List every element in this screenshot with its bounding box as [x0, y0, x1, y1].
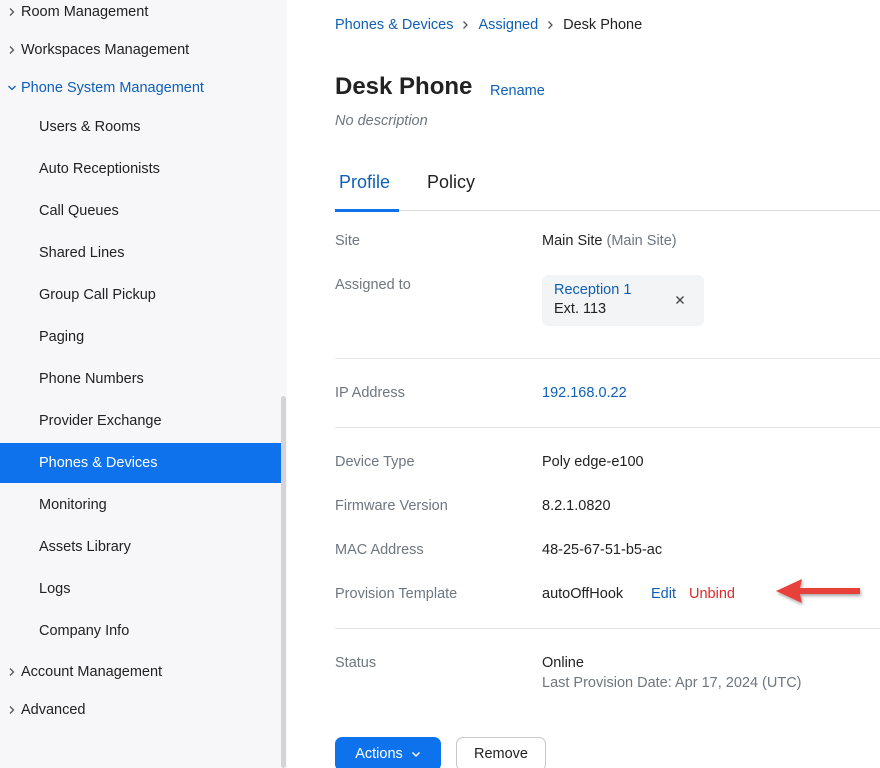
- sidebar-item-label: Group Call Pickup: [39, 287, 156, 303]
- sidebar-section-phone-system-management[interactable]: Phone System Management: [0, 69, 281, 107]
- section-divider: [335, 427, 880, 428]
- sidebar-section-label: Advanced: [21, 702, 86, 718]
- firmware-version-label: Firmware Version: [335, 498, 448, 514]
- status-value: Online: [542, 655, 584, 671]
- device-type-value: Poly edge-e100: [542, 454, 644, 470]
- sidebar-item-label: Logs: [39, 581, 71, 597]
- device-type-label: Device Type: [335, 454, 415, 470]
- breadcrumb-current: Desk Phone: [563, 17, 643, 33]
- chevron-right-icon: [0, 705, 21, 715]
- site-value: Main Site (Main Site): [542, 233, 677, 249]
- remove-button[interactable]: Remove: [456, 737, 546, 768]
- sidebar-section-advanced[interactable]: Advanced: [0, 691, 281, 729]
- provision-template-label: Provision Template: [335, 586, 458, 602]
- edit-template-link[interactable]: Edit: [651, 586, 676, 602]
- sidebar-item-label: Paging: [39, 329, 85, 345]
- breadcrumb-link-phones-devices[interactable]: Phones & Devices: [335, 17, 453, 33]
- site-label: Site: [335, 233, 360, 249]
- sidebar-item-phones-devices[interactable]: Phones & Devices: [0, 443, 281, 483]
- active-tab-indicator: [335, 209, 399, 212]
- tabs-divider: [335, 210, 880, 211]
- sidebar-item-monitoring[interactable]: Monitoring: [0, 485, 281, 525]
- provision-template-value: autoOffHook: [542, 586, 624, 602]
- sidebar-item-label: Phone Numbers: [39, 371, 144, 387]
- sidebar-section-workspaces-management[interactable]: Workspaces Management: [0, 31, 281, 69]
- last-provision-date: Last Provision Date: Apr 17, 2024 (UTC): [542, 675, 802, 691]
- site-name: Main Site: [542, 233, 603, 249]
- sidebar-item-paging[interactable]: Paging: [0, 317, 281, 357]
- sidebar-item-call-queues[interactable]: Call Queues: [0, 191, 281, 231]
- chevron-right-icon: [0, 667, 21, 677]
- chevron-down-icon: [0, 84, 21, 92]
- status-label: Status: [335, 655, 377, 671]
- sidebar-item-group-call-pickup[interactable]: Group Call Pickup: [0, 275, 281, 315]
- sidebar-item-auto-receptionists[interactable]: Auto Receptionists: [0, 149, 281, 189]
- actions-button[interactable]: Actions: [335, 737, 441, 768]
- sidebar-item-label: Monitoring: [39, 497, 107, 513]
- sidebar-item-label: Phones & Devices: [39, 455, 158, 471]
- mac-address-label: MAC Address: [335, 542, 424, 558]
- tab-profile[interactable]: Profile: [339, 172, 390, 193]
- actions-button-label: Actions: [355, 746, 403, 762]
- sidebar-item-label: Assets Library: [39, 539, 131, 555]
- assigned-user-name[interactable]: Reception 1: [554, 282, 631, 298]
- tab-policy[interactable]: Policy: [427, 172, 475, 193]
- sidebar-item-label: Users & Rooms: [39, 119, 141, 135]
- sidebar-item-label: Company Info: [39, 623, 130, 639]
- chevron-right-icon: [547, 20, 554, 30]
- sidebar-section-label: Account Management: [21, 664, 163, 680]
- sidebar-item-company-info[interactable]: Company Info: [0, 611, 281, 651]
- ip-address-link[interactable]: 192.168.0.22: [542, 385, 627, 401]
- page-description: No description: [335, 113, 428, 129]
- chevron-right-icon: [0, 45, 21, 55]
- ip-address-label: IP Address: [335, 385, 405, 401]
- site-note: (Main Site): [606, 233, 677, 249]
- chevron-right-icon: [462, 20, 469, 30]
- sidebar-item-label: Provider Exchange: [39, 413, 162, 429]
- sidebar-item-logs[interactable]: Logs: [0, 569, 281, 609]
- sidebar-section-label: Phone System Management: [21, 80, 204, 96]
- sidebar-item-label: Shared Lines: [39, 245, 125, 261]
- page-title: Desk Phone: [335, 73, 473, 100]
- chevron-down-icon: [411, 746, 421, 762]
- breadcrumb: Phones & Devices Assigned Desk Phone: [335, 17, 642, 33]
- sidebar-item-provider-exchange[interactable]: Provider Exchange: [0, 401, 281, 441]
- firmware-version-value: 8.2.1.0820: [542, 498, 611, 514]
- sidebar-section-label: Workspaces Management: [21, 42, 190, 58]
- red-arrow-icon: [772, 575, 866, 614]
- unbind-template-link[interactable]: Unbind: [689, 586, 735, 602]
- rename-link[interactable]: Rename: [490, 83, 545, 99]
- sidebar-item-assets-library[interactable]: Assets Library: [0, 527, 281, 567]
- chevron-right-icon: [0, 7, 21, 17]
- sidebar: Room Management Workspaces Management Ph…: [0, 0, 287, 768]
- sidebar-item-shared-lines[interactable]: Shared Lines: [0, 233, 281, 273]
- assigned-to-label: Assigned to: [335, 277, 411, 293]
- sidebar-item-label: Auto Receptionists: [39, 161, 160, 177]
- sidebar-item-users-rooms[interactable]: Users & Rooms: [0, 107, 281, 147]
- sidebar-scrollbar[interactable]: [281, 396, 286, 768]
- assigned-user-card: Reception 1 Ext. 113: [542, 275, 704, 326]
- breadcrumb-link-assigned[interactable]: Assigned: [478, 17, 538, 33]
- close-icon[interactable]: [671, 291, 689, 309]
- assigned-user-extension: Ext. 113: [554, 301, 607, 317]
- sidebar-section-account-management[interactable]: Account Management: [0, 653, 281, 691]
- sidebar-section-label: Room Management: [21, 4, 149, 20]
- sidebar-item-label: Call Queues: [39, 203, 119, 219]
- section-divider: [335, 358, 880, 359]
- mac-address-value: 48-25-67-51-b5-ac: [542, 542, 663, 558]
- sidebar-section-room-management[interactable]: Room Management: [0, 0, 281, 31]
- sidebar-item-phone-numbers[interactable]: Phone Numbers: [0, 359, 281, 399]
- section-divider: [335, 628, 880, 629]
